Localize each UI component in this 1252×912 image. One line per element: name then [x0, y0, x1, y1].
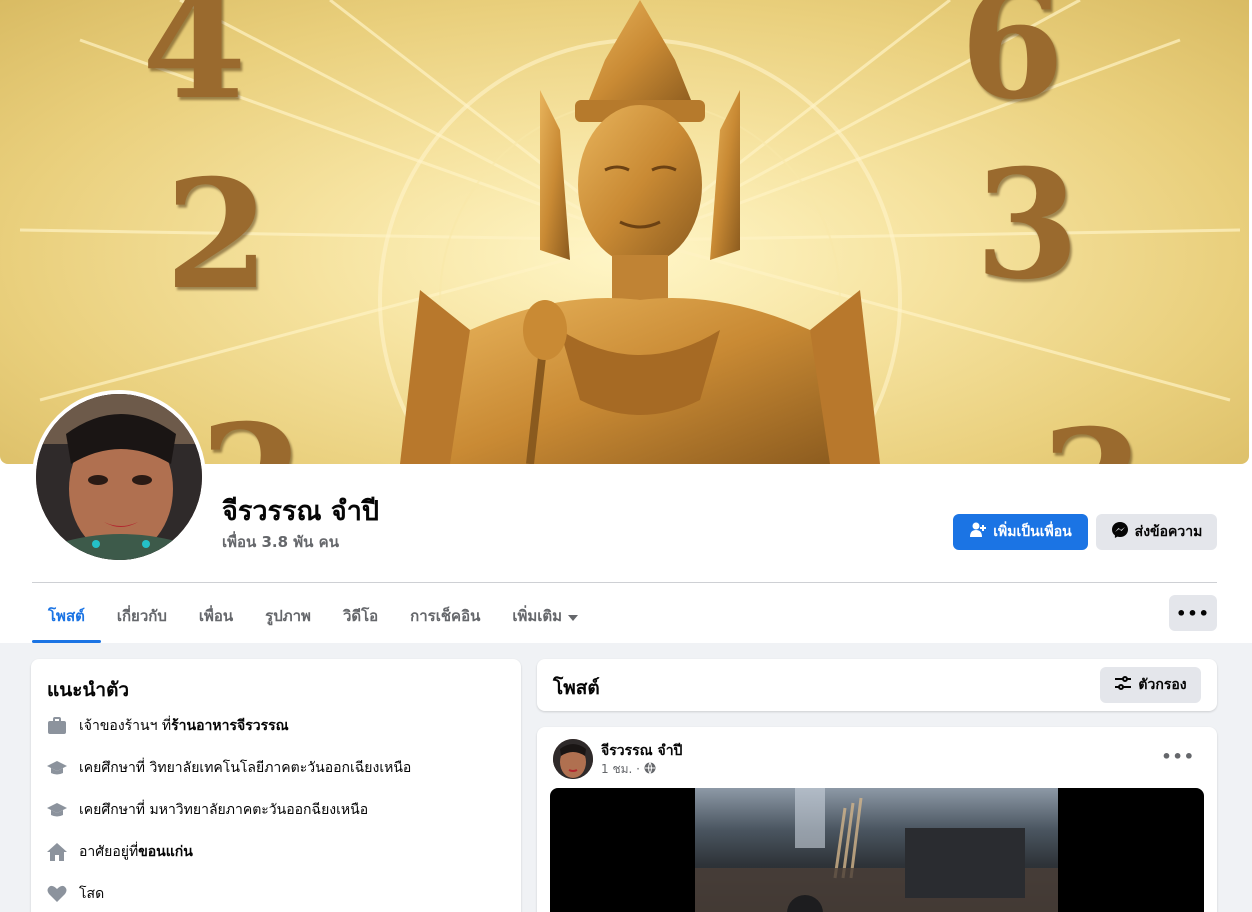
add-friend-label: เพิ่มเป็นเพื่อน — [993, 524, 1072, 540]
intro-item-education: เคยศึกษาที่ วิทยาลัยเทคโนโลยีภาคตะวันออก… — [47, 757, 411, 779]
tab-photos[interactable]: รูปภาพ — [249, 590, 327, 642]
filter-label: ตัวกรอง — [1138, 677, 1187, 693]
tab-friends[interactable]: เพื่อน — [183, 590, 249, 642]
filter-button[interactable]: ตัวกรอง — [1100, 667, 1201, 703]
graduation-cap-icon — [47, 758, 67, 778]
ellipsis-icon: ••• — [1161, 747, 1195, 766]
tab-checkins[interactable]: การเช็คอิน — [394, 590, 496, 642]
posts-title: โพสต์ — [553, 677, 600, 699]
post-video[interactable] — [550, 788, 1204, 912]
briefcase-icon — [47, 716, 67, 736]
tab-label: การเช็คอิน — [410, 607, 481, 625]
intro-title: แนะนำตัว — [47, 679, 130, 701]
add-friend-icon — [969, 521, 987, 543]
post-options-button[interactable]: ••• — [1161, 747, 1195, 766]
intro-item-text: โสด — [79, 886, 105, 902]
friends-count[interactable]: เพื่อน 3.8 พัน คน — [222, 530, 339, 554]
workplace-link[interactable]: ร้านอาหารจีรวรรณ — [171, 715, 288, 737]
cover-number: 2 — [165, 147, 270, 323]
profile-name: จีรวรรณ จำปี — [222, 496, 380, 527]
post-author-name[interactable]: จีรวรรณ จำปี — [601, 740, 682, 762]
profile-tabs: โพสต์ เกี่ยวกับ เพื่อน รูปภาพ วิดีโอ การ… — [32, 590, 594, 643]
video-frame — [695, 788, 1058, 912]
tab-about[interactable]: เกี่ยวกับ — [101, 590, 183, 642]
tab-label: วิดีโอ — [342, 607, 379, 625]
add-friend-button[interactable]: เพิ่มเป็นเพื่อน — [953, 514, 1088, 550]
cover-number: 2 — [200, 405, 304, 464]
tab-label: เกี่ยวกับ — [116, 607, 167, 625]
post-meta: 1 ชม. · — [601, 760, 656, 779]
profile-header: 4 2 2 6 3 3 จีรวรรณ จำปี เพื่อน 3.8 พัน … — [0, 0, 1252, 643]
header-divider — [32, 582, 1217, 583]
tab-label: เพื่อน — [198, 607, 234, 625]
intro-item-relationship: โสด — [47, 883, 104, 905]
more-options-button[interactable]: ••• — [1169, 595, 1217, 631]
messenger-icon — [1111, 521, 1129, 543]
cover-number: 3 — [975, 137, 1080, 313]
profile-avatar[interactable] — [32, 390, 206, 564]
intro-item-text: อาศัยอยู่ที่ — [79, 844, 139, 860]
tab-posts[interactable]: โพสต์ — [32, 590, 101, 643]
intro-item-text[interactable]: เคยศึกษาที่ วิทยาลัยเทคโนโลยีภาคตะวันออก… — [79, 757, 411, 779]
globe-icon[interactable] — [644, 762, 656, 777]
post-card: จีรวรรณ จำปี 1 ชม. · ••• — [537, 727, 1217, 912]
message-button[interactable]: ส่งข้อความ — [1096, 514, 1217, 550]
intro-item-work: เจ้าของร้านฯ ที่ ร้านอาหารจีรวรรณ — [47, 715, 289, 737]
intro-item-location: อาศัยอยู่ที่ ขอนแก่น — [47, 841, 193, 863]
location-link[interactable]: ขอนแก่น — [138, 841, 193, 863]
tab-label: เพิ่มเติม — [512, 607, 563, 625]
posts-header-card: โพสต์ ตัวกรอง — [537, 659, 1217, 711]
filter-icon — [1114, 676, 1132, 694]
cover-number: 4 — [142, 0, 247, 133]
avatar-photo — [36, 394, 202, 560]
intro-item-education: เคยศึกษาที่ มหาวิทยาลัยภาคตะวันออกฉียงเห… — [47, 799, 368, 821]
post-timestamp[interactable]: 1 ชม. · — [601, 760, 640, 779]
intro-item-text[interactable]: เคยศึกษาที่ มหาวิทยาลัยภาคตะวันออกฉียงเห… — [79, 799, 368, 821]
intro-card: แนะนำตัว เจ้าของร้านฯ ที่ ร้านอาหารจีรวร… — [31, 659, 521, 912]
home-icon — [47, 842, 67, 862]
cover-number: 3 — [1040, 410, 1144, 464]
graduation-cap-icon — [47, 800, 67, 820]
ellipsis-icon: ••• — [1176, 603, 1210, 623]
caret-down-icon — [568, 607, 579, 625]
tab-more[interactable]: เพิ่มเติม — [496, 590, 594, 642]
message-label: ส่งข้อความ — [1134, 524, 1203, 540]
heart-icon — [47, 884, 67, 904]
cover-photo[interactable]: 4 2 2 6 3 3 — [0, 0, 1249, 464]
intro-item-text: เจ้าของร้านฯ ที่ — [79, 718, 172, 734]
tab-label: รูปภาพ — [265, 607, 311, 625]
tab-label: โพสต์ — [48, 607, 85, 625]
tab-videos[interactable]: วิดีโอ — [327, 590, 394, 642]
post-author-avatar[interactable] — [553, 739, 593, 779]
cover-number: 6 — [960, 0, 1065, 133]
